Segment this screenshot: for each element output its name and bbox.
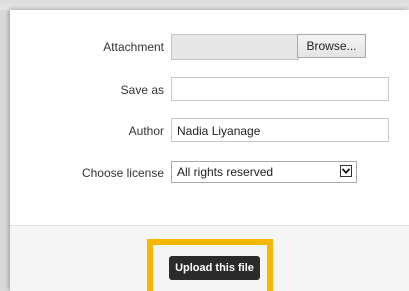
license-select[interactable]: All rights reserved [171,161,357,183]
upload-file-button[interactable]: Upload this file [169,256,260,280]
author-input[interactable]: Nadia Liyanage [171,118,389,142]
save-as-input[interactable] [171,77,389,101]
dialog-footer: Upload this file [10,225,409,291]
author-row: Author Nadia Liyanage [10,118,409,144]
license-row: Choose license All rights reserved [10,160,409,186]
upload-form: Attachment Browse... Save as Author Nadi… [10,10,409,225]
author-label: Author [128,124,164,138]
attachment-label: Attachment [103,40,164,54]
attachment-file-field[interactable] [171,34,299,60]
license-selected-value: All rights reserved [177,165,274,179]
save-as-label: Save as [120,83,164,97]
window-frame [0,0,409,10]
license-label: Choose license [81,166,164,180]
browse-button[interactable]: Browse... [297,34,366,58]
upload-dialog: Attachment Browse... Save as Author Nadi… [10,10,409,291]
chevron-down-icon[interactable] [340,165,352,177]
save-as-row: Save as [10,77,409,103]
attachment-row: Attachment Browse... [10,34,409,60]
